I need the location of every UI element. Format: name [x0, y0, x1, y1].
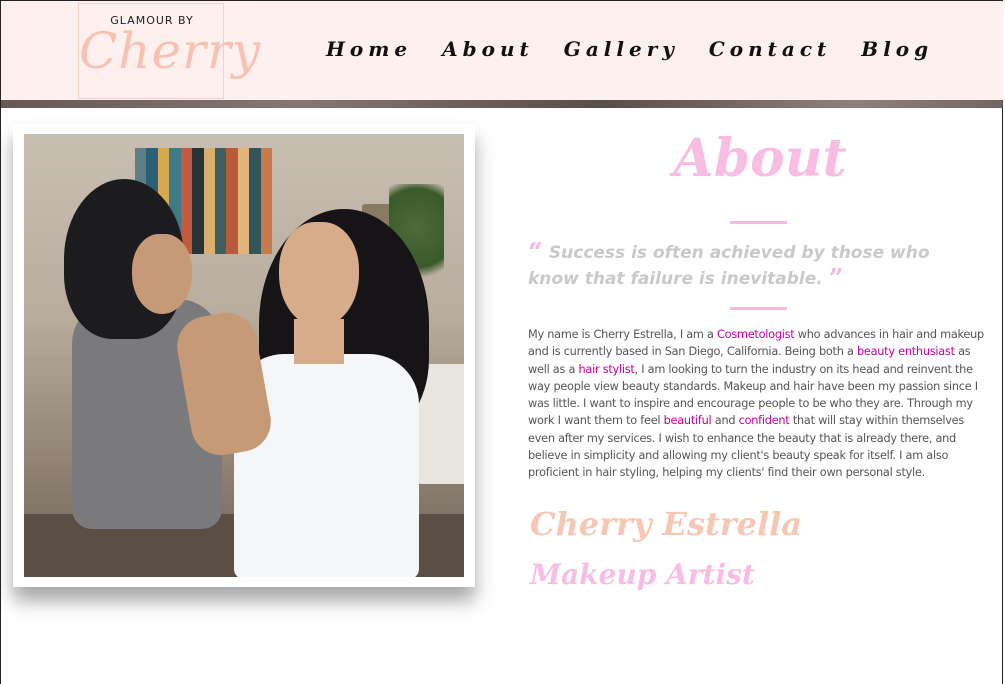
profile-photo	[24, 134, 464, 577]
header-banner-strip	[1, 100, 1003, 108]
about-heading: About	[673, 128, 847, 189]
profile-photo-card	[13, 124, 475, 587]
logo-wordmark: Cherry	[79, 22, 262, 80]
open-quote-icon: “	[528, 238, 543, 268]
close-quote-icon: ”	[828, 264, 844, 294]
signature-name: Cherry Estrella	[530, 505, 802, 543]
highlight-cosmetologist: Cosmetologist	[717, 328, 795, 341]
nav-home[interactable]: Home	[326, 37, 412, 67]
main-nav: Home About Gallery Contact Blog	[326, 37, 963, 67]
highlight-hair-stylist: hair stylist	[578, 362, 635, 376]
highlight-confident: confident	[738, 414, 790, 428]
quote-block: “ Success is often achieved by those who…	[528, 240, 978, 292]
nav-blog[interactable]: Blog	[861, 37, 933, 67]
bio-paragraph: My name is Cherry Estrella, I am a Cosme…	[528, 328, 984, 480]
signature-role: Makeup Artist	[530, 558, 755, 591]
highlight-beautiful: beautiful	[663, 414, 712, 428]
nav-contact[interactable]: Contact	[709, 37, 831, 67]
divider-top	[730, 221, 787, 224]
nav-gallery[interactable]: Gallery	[564, 37, 679, 67]
nav-about[interactable]: About	[442, 37, 534, 67]
highlight-beauty-enthusiast: beauty enthusiast	[856, 345, 955, 359]
logo[interactable]: GLAMOUR BY Cherry	[78, 3, 262, 99]
quote-text: Success is often achieved by those who k…	[528, 243, 930, 289]
divider-bottom	[730, 307, 787, 310]
site-header: GLAMOUR BY Cherry Home About Gallery Con…	[1, 1, 1003, 100]
